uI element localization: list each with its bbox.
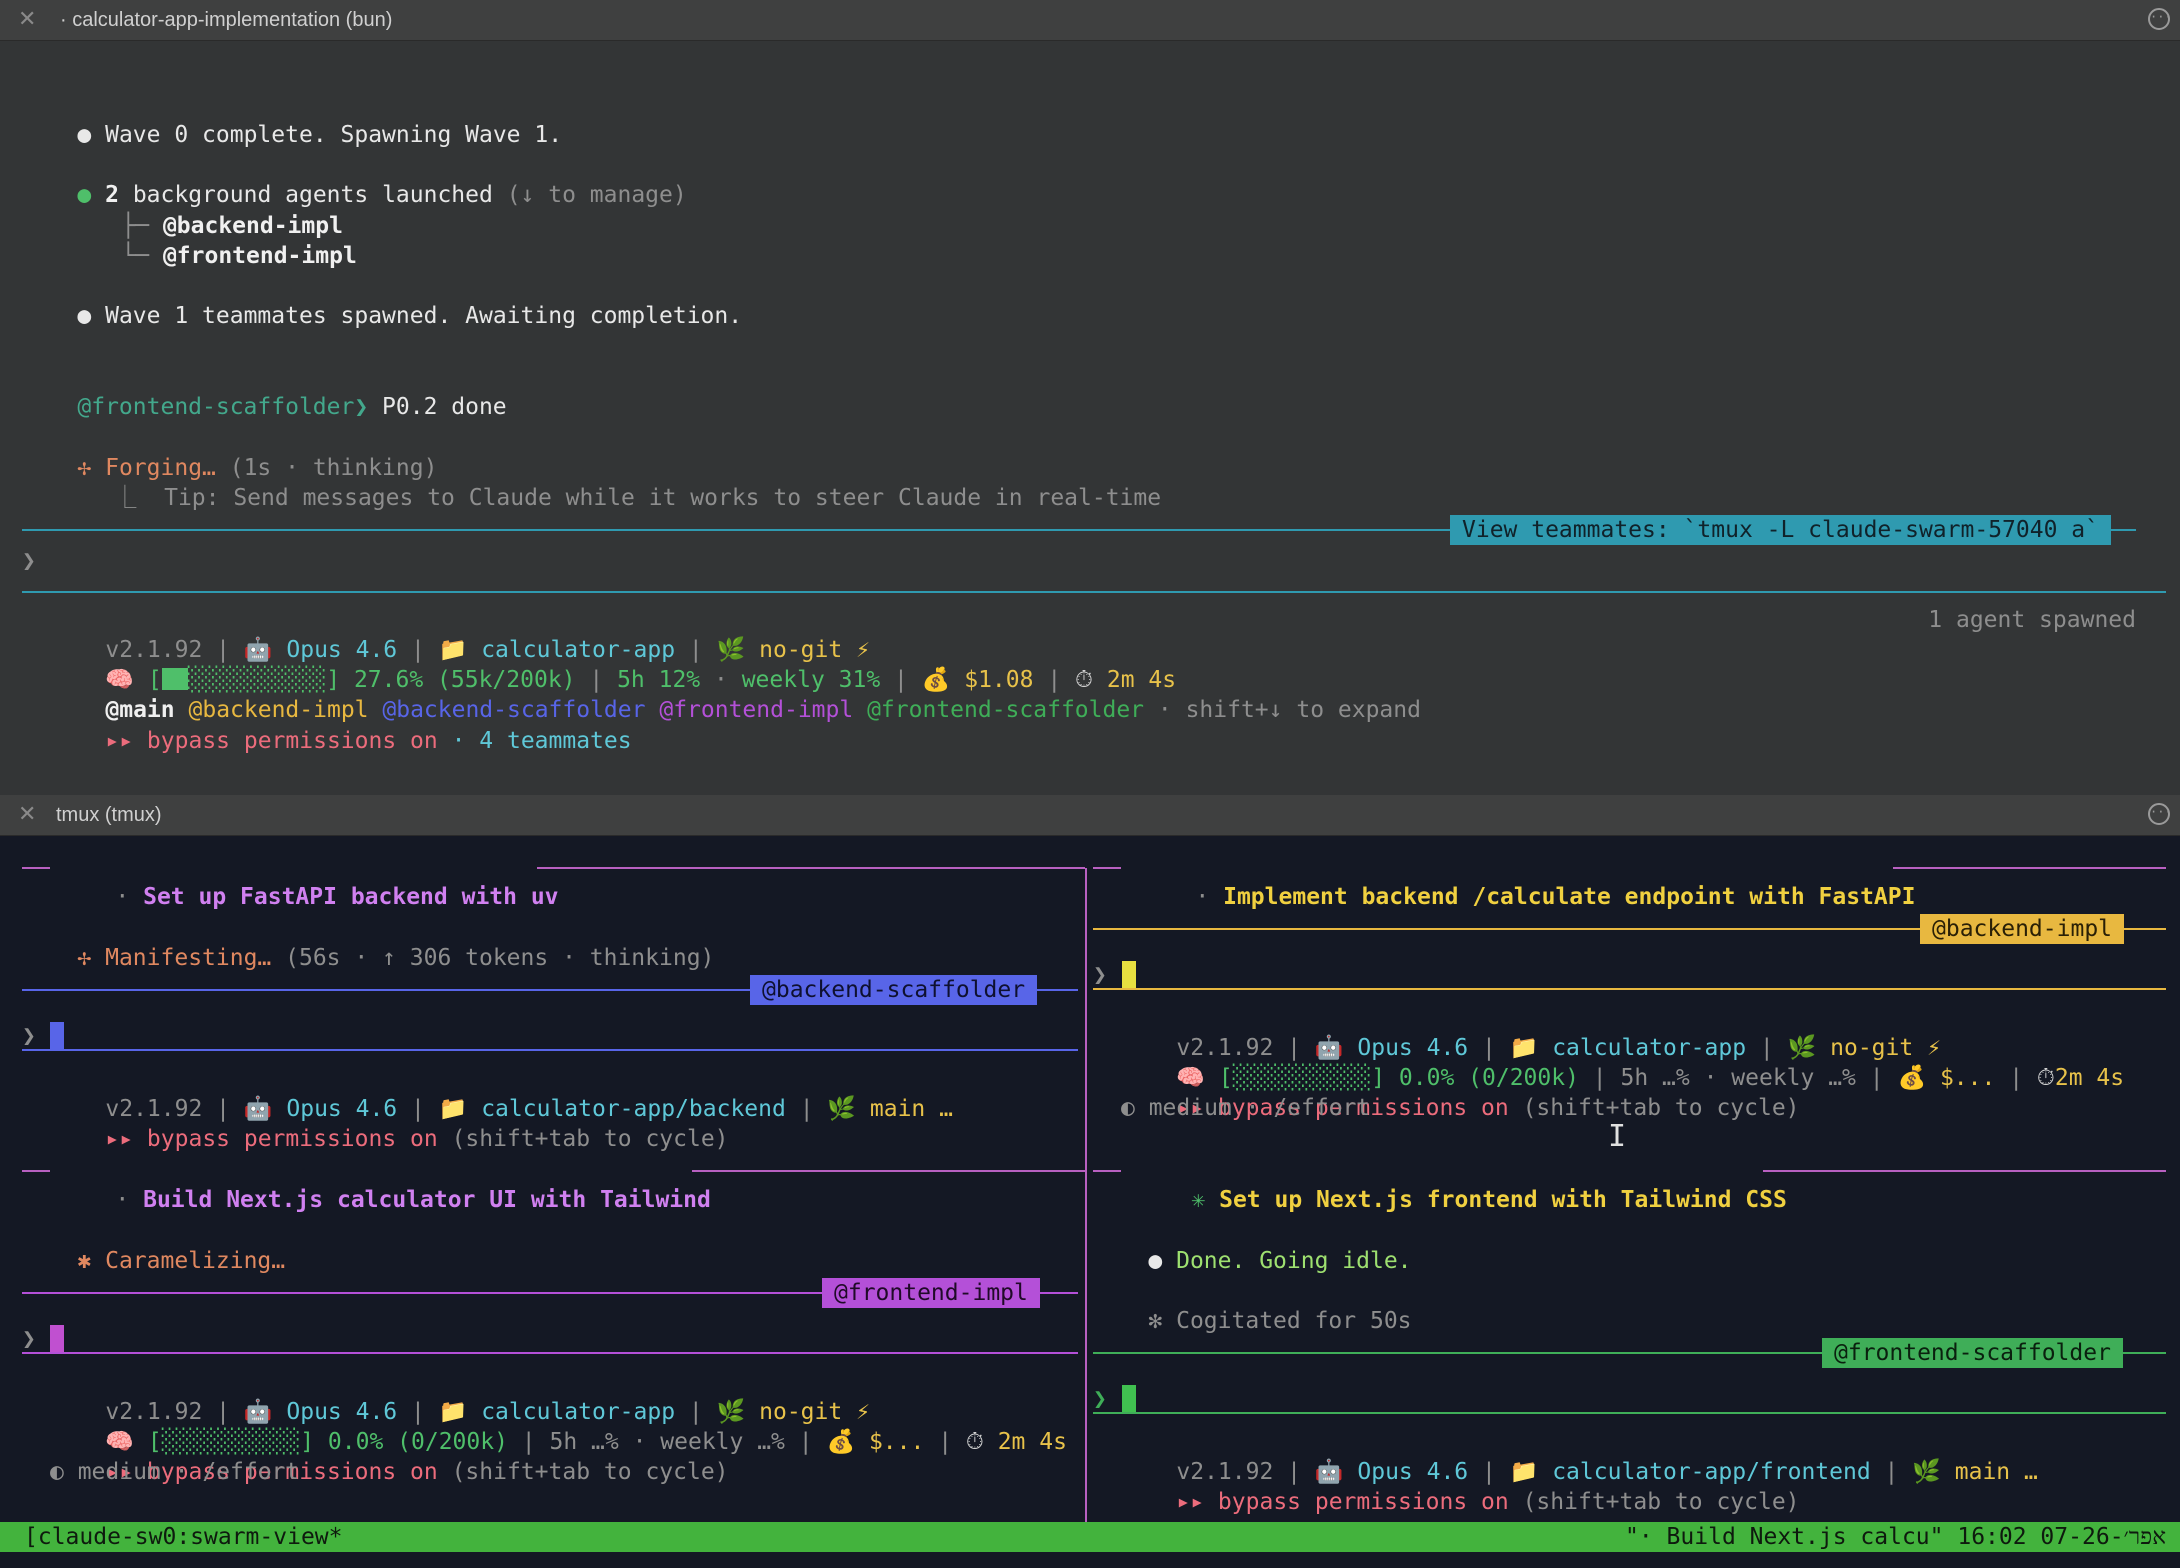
more-options-icon[interactable]: ··· [2148,8,2172,30]
text-cursor [50,1022,64,1050]
input-bottom-border [22,1049,1078,1051]
money-bag-icon: 💰 [1897,1065,1927,1091]
heading-rule [22,1170,50,1172]
heading-rule [1093,1170,1121,1172]
text-cursor [1122,961,1136,989]
bypass-status: ▸▸ bypass permissions on · 4 teammates [105,728,632,754]
text-cursor [1122,1385,1136,1413]
prompt-input[interactable]: ❯ [22,1021,36,1051]
tree-branch-icon: ⎿ [113,485,165,511]
ibeam-cursor-icon: I [1608,1119,1627,1154]
prompt-input[interactable]: ❯ [1093,1384,1107,1414]
heading-rule [692,1170,1085,1172]
heading-rule [1893,867,2166,869]
heading-rule [1093,867,1121,869]
agent-tag-backend-impl[interactable]: @backend-impl [1920,914,2125,944]
heading-rule [537,867,1085,869]
stopwatch-icon: ⏱ [2036,1065,2055,1091]
claude-main-window: ✕ · calculator-app-implementation (bun) … [0,0,2180,795]
tmux-status-bar: [claude-sw0:swarm-view* "· Build Next.js… [0,1522,2180,1552]
sparkle-icon: ✢ [77,945,92,971]
agents-spawned-count: 1 agent spawned [1928,607,2136,633]
agent-tag-frontend-scaffolder[interactable]: @frontend-scaffolder [1822,1338,2123,1368]
pane-divider [1085,868,1087,1522]
heading-rule [22,867,50,869]
session-name[interactable]: [claude-sw0:swarm-view* [24,1522,343,1552]
more-options-icon[interactable]: ··· [2148,803,2172,825]
prompt-input[interactable]: ❯ [22,546,36,576]
bullet-icon: ● [77,122,92,148]
status-right: "· Build Next.js calcu" 16:02 07-אפר׳-26 [1625,1524,2166,1550]
mention-frontend-scaffolder[interactable]: @frontend-scaffolder [867,697,1144,723]
sparkle-icon: ✻ [1148,1308,1163,1334]
leaf-icon: 🌿 [1912,1459,1941,1485]
money-bag-icon: 💰 [826,1429,856,1455]
stopwatch-icon: ⏱ [965,1429,984,1455]
agent-tag-backend-scaffolder[interactable]: @backend-scaffolder [750,975,1038,1005]
window2-title: tmux (tmux) [56,804,162,826]
bullet-icon: ● [77,303,92,329]
mention-frontend-impl[interactable]: @frontend-impl [659,697,853,723]
prompt-input[interactable]: ❯ [1093,960,1107,990]
window1-titlebar: ✕ · calculator-app-implementation (bun) … [0,0,2180,41]
input-bottom-border [22,591,2166,593]
tmux-panes: · Set up FastAPI backend with uv ✢ Manif… [0,836,2180,1522]
view-teammates-hint[interactable]: View teammates: `tmux -L claude-swarm-57… [1450,515,2111,545]
window1-title: · calculator-app-implementation (bun) [60,9,393,31]
effort-level: ◐ medium · /effort [1121,1095,1371,1121]
text-cursor [50,1325,64,1353]
leaf-icon: 🌿 [827,1096,857,1122]
input-bottom-border [22,1352,1078,1354]
effort-level: ◐ medium · /effort [50,1459,300,1485]
window2-titlebar: ✕ tmux (tmux) ··· [0,795,2180,836]
sparkle-icon: ✳ [1191,1187,1206,1213]
bullet-icon: ● [1148,1248,1163,1274]
close-icon[interactable]: ✕ [18,801,36,827]
agent-tag-frontend-impl[interactable]: @frontend-impl [822,1278,1040,1308]
close-icon[interactable]: ✕ [18,6,36,32]
message-wave1: ● Wave 1 teammates spawned. Awaiting com… [77,303,743,329]
sparkle-icon: ✱ [77,1248,92,1274]
heading-rule [1763,1170,2166,1172]
tree-branch-icon: └─ [121,243,163,269]
prompt-input[interactable]: ❯ [22,1324,36,1354]
input-bottom-border [1093,988,2166,990]
input-bottom-border [1093,1412,2166,1414]
